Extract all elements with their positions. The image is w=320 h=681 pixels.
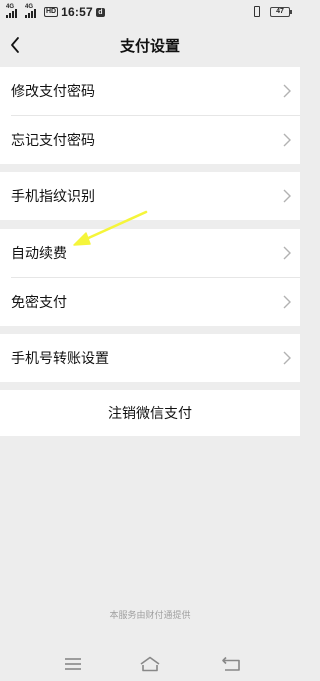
chevron-right-icon xyxy=(283,84,291,98)
page-title: 支付设置 xyxy=(119,37,180,55)
chevron-right-icon xyxy=(283,295,291,309)
list-item-label: 自动续费 xyxy=(11,246,67,262)
chevron-right-icon xyxy=(283,351,291,365)
cancel-wechat-pay-button[interactable]: 注销微信支付 xyxy=(0,390,300,436)
list-item-label: 手机号转账设置 xyxy=(11,351,109,367)
nav-bar: 支付设置 xyxy=(0,24,300,66)
home-icon[interactable] xyxy=(139,656,161,672)
phone-transfer-settings-item[interactable]: 手机号转账设置 xyxy=(0,334,300,382)
list-item-label: 修改支付密码 xyxy=(11,84,95,100)
signal-icon-2: 4G xyxy=(25,4,41,18)
change-pay-password-item[interactable]: 修改支付密码 xyxy=(0,67,300,115)
cancel-wechat-pay-group: 注销微信支付 xyxy=(0,390,300,436)
chevron-right-icon xyxy=(283,189,291,203)
vibrate-icon xyxy=(252,6,262,17)
status-bar: 4G 4G HD 16:57 d 47 xyxy=(0,0,300,24)
service-provider-note: 本服务由财付通提供 xyxy=(109,611,191,621)
status-time: 16:57 xyxy=(61,5,93,19)
list-item-label: 免密支付 xyxy=(11,295,67,311)
hd-badge: HD xyxy=(44,7,59,17)
list-item-label: 忘记支付密码 xyxy=(11,133,95,149)
notification-app-icon: d xyxy=(95,7,105,17)
back-return-icon[interactable] xyxy=(220,656,242,672)
list-item-label: 手机指纹识别 xyxy=(11,189,95,205)
chevron-right-icon xyxy=(283,133,291,147)
settings-group-transfer: 手机号转账设置 xyxy=(0,334,300,382)
battery-icon: 47 xyxy=(270,6,292,17)
menu-icon[interactable] xyxy=(62,656,84,672)
settings-group-password: 修改支付密码 忘记支付密码 xyxy=(0,67,300,164)
signal-icon-1: 4G xyxy=(6,4,22,18)
forgot-pay-password-item[interactable]: 忘记支付密码 xyxy=(0,116,300,164)
annotation-arrow-icon xyxy=(73,210,148,246)
cancel-wechat-pay-label: 注销微信支付 xyxy=(108,406,192,422)
system-navigation-bar xyxy=(0,650,300,681)
chevron-right-icon xyxy=(283,246,291,260)
password-free-pay-item[interactable]: 免密支付 xyxy=(0,278,300,326)
